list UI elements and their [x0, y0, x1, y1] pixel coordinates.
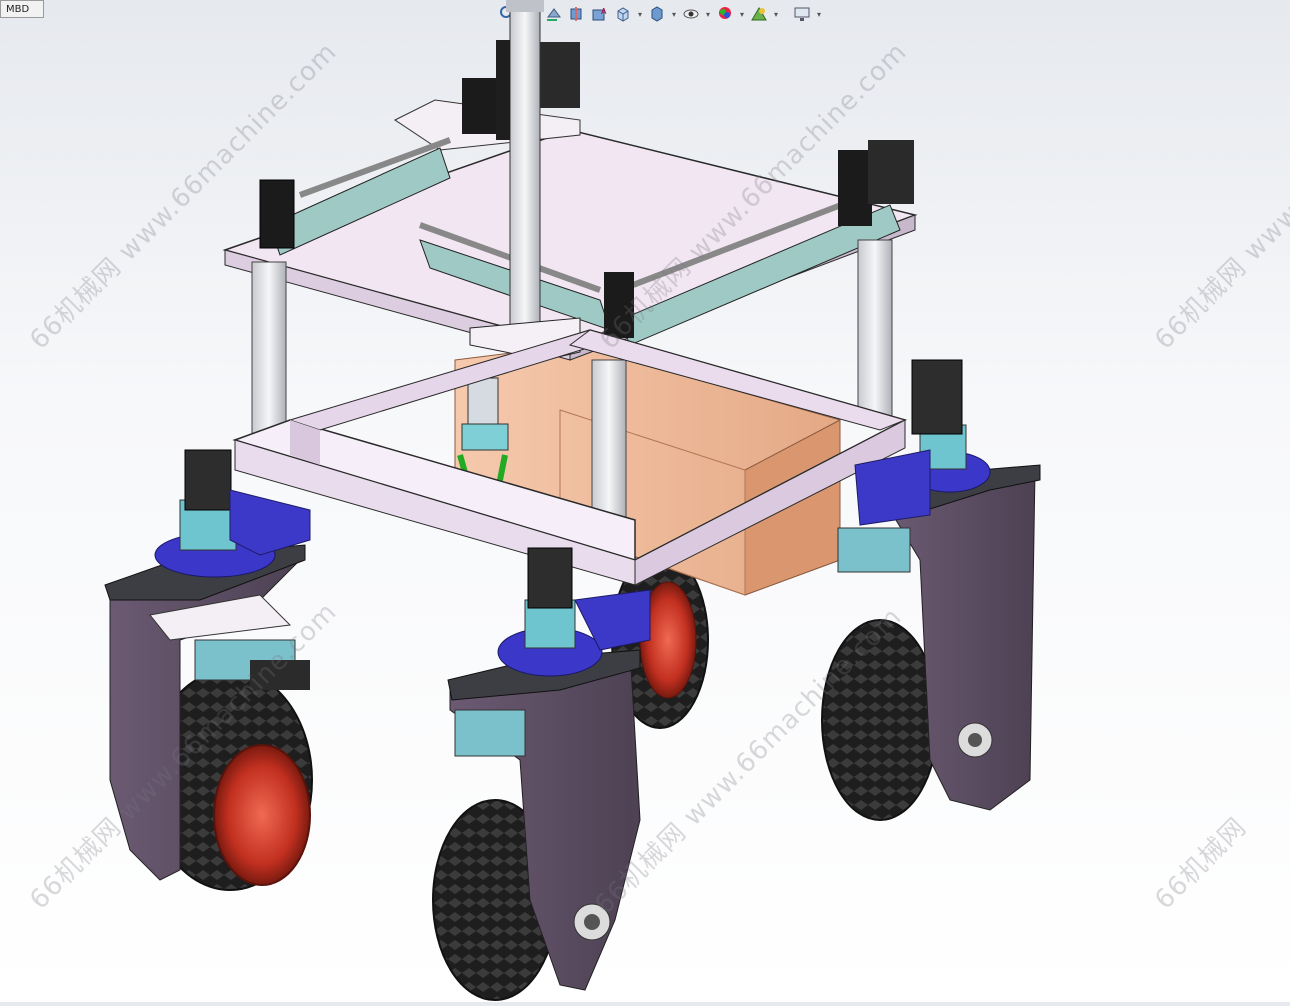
front-center-leg	[432, 547, 651, 1001]
graphics-viewport[interactable]: 66机械网 www.66machine.com 66机械网 www.66mach…	[0, 0, 1290, 1002]
rear-right-leg	[821, 359, 1041, 821]
